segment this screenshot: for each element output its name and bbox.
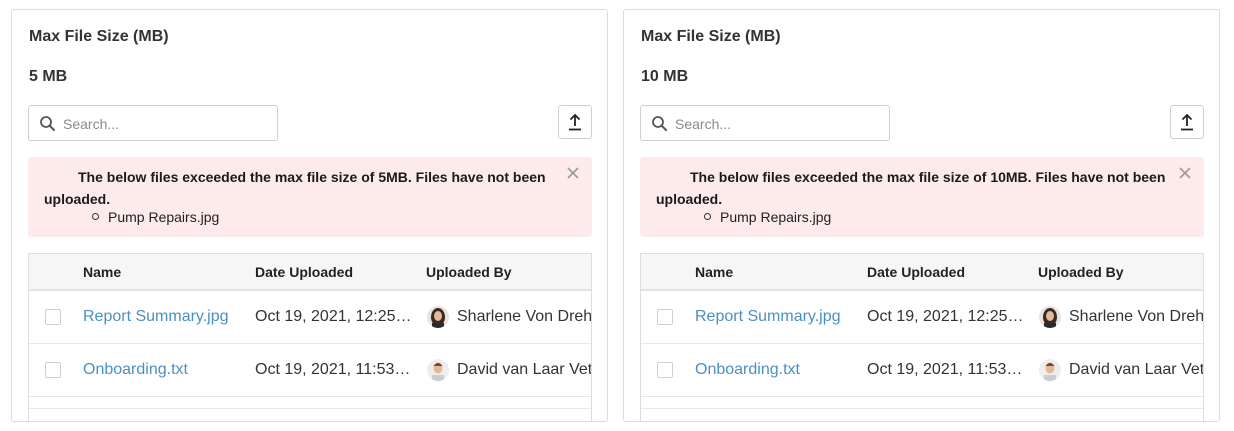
max-file-size-panel-5mb: Max File Size (MB) 5 MB The below files …: [11, 9, 608, 422]
file-name-link[interactable]: Onboarding.txt: [695, 361, 800, 379]
row-checkbox[interactable]: [45, 362, 61, 378]
uploaded-by-user: Sharlene Von Drehle: [1069, 308, 1204, 325]
column-header-uploaded-by[interactable]: Uploaded By: [1038, 264, 1124, 280]
column-header-name[interactable]: Name: [695, 264, 733, 280]
table-row-partial: [29, 397, 591, 409]
uploaded-by-user: David van Laar Veth: [457, 361, 592, 378]
avatar: [427, 306, 449, 328]
close-icon[interactable]: [1178, 166, 1192, 180]
rejected-file-item: Pump Repairs.jpg: [704, 208, 831, 226]
search-input[interactable]: [675, 114, 875, 134]
upload-icon: [1181, 113, 1193, 131]
column-header-uploaded-by[interactable]: Uploaded By: [426, 264, 512, 280]
avatar: [427, 359, 449, 381]
table-row[interactable]: Report Summary.jpg Oct 19, 2021, 12:25 P…: [641, 291, 1203, 344]
row-checkbox[interactable]: [657, 309, 673, 325]
file-size-error-alert: The below files exceeded the max file si…: [640, 157, 1204, 237]
upload-button[interactable]: [1170, 105, 1204, 139]
max-size-value: 5 MB: [29, 68, 68, 85]
date-uploaded: Oct 19, 2021, 12:25 PM: [255, 308, 413, 325]
avatar: [1039, 306, 1061, 328]
files-table: Name Date Uploaded Uploaded By Report Su…: [640, 253, 1204, 421]
search-icon: [652, 116, 667, 131]
search-box[interactable]: [640, 105, 890, 141]
panel-title: Max File Size (MB): [29, 28, 169, 45]
search-box[interactable]: [28, 105, 278, 141]
uploaded-by-user: Sharlene Von Drehle: [457, 308, 592, 325]
upload-icon: [569, 113, 581, 131]
search-icon: [40, 116, 55, 131]
table-row-partial: [641, 397, 1203, 409]
file-name-link[interactable]: Report Summary.jpg: [695, 308, 841, 326]
upload-button[interactable]: [558, 105, 592, 139]
table-header: Name Date Uploaded Uploaded By: [641, 254, 1203, 291]
file-size-error-alert: The below files exceeded the max file si…: [28, 157, 592, 237]
max-file-size-panel-10mb: Max File Size (MB) 10 MB The below files…: [623, 9, 1220, 422]
row-checkbox[interactable]: [657, 362, 673, 378]
column-header-name[interactable]: Name: [83, 264, 121, 280]
date-uploaded: Oct 19, 2021, 12:25 PM: [867, 308, 1025, 325]
panel-title: Max File Size (MB): [641, 28, 781, 45]
table-row[interactable]: Onboarding.txt Oct 19, 2021, 11:53 AM Da…: [29, 344, 591, 397]
table-row[interactable]: Onboarding.txt Oct 19, 2021, 11:53 AM Da…: [641, 344, 1203, 397]
uploaded-by-user: David van Laar Veth: [1069, 361, 1204, 378]
row-checkbox[interactable]: [45, 309, 61, 325]
table-header: Name Date Uploaded Uploaded By: [29, 254, 591, 291]
file-name-link[interactable]: Report Summary.jpg: [83, 308, 229, 326]
alert-message: The below files exceeded the max file si…: [44, 169, 546, 207]
close-icon[interactable]: [566, 166, 580, 180]
search-input[interactable]: [63, 114, 263, 134]
date-uploaded: Oct 19, 2021, 11:53 AM: [867, 361, 1025, 378]
rejected-file-item: Pump Repairs.jpg: [92, 208, 219, 226]
date-uploaded: Oct 19, 2021, 11:53 AM: [255, 361, 413, 378]
avatar: [1039, 359, 1061, 381]
table-row[interactable]: Report Summary.jpg Oct 19, 2021, 12:25 P…: [29, 291, 591, 344]
column-header-date-uploaded[interactable]: Date Uploaded: [867, 264, 965, 280]
alert-message: The below files exceeded the max file si…: [656, 169, 1166, 207]
rejected-files-list: Pump Repairs.jpg: [704, 208, 831, 226]
file-name-link[interactable]: Onboarding.txt: [83, 361, 188, 379]
max-size-value: 10 MB: [641, 68, 689, 85]
column-header-date-uploaded[interactable]: Date Uploaded: [255, 264, 353, 280]
rejected-files-list: Pump Repairs.jpg: [92, 208, 219, 226]
files-table: Name Date Uploaded Uploaded By Report Su…: [28, 253, 592, 421]
